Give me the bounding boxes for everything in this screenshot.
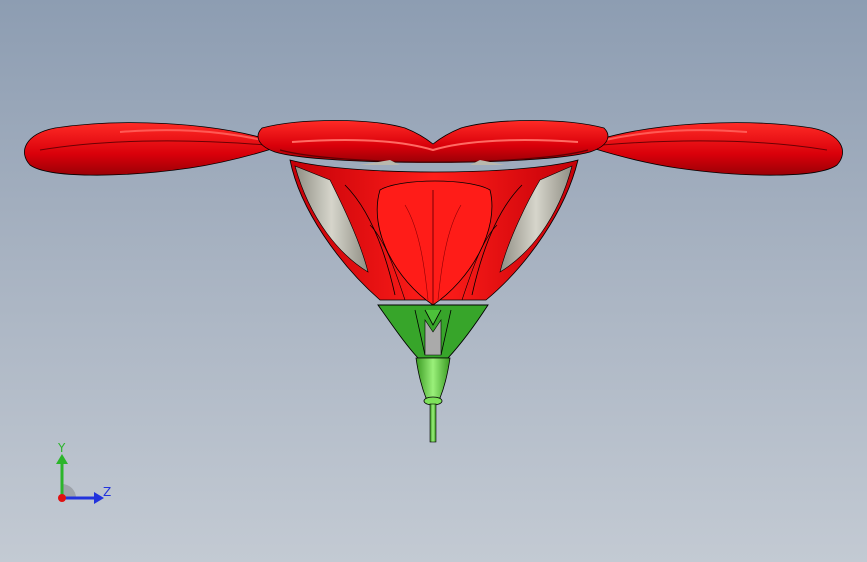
y-axis-label: Y <box>57 441 66 455</box>
top-rim <box>257 120 609 165</box>
stem <box>415 357 451 443</box>
sepals <box>377 304 489 359</box>
left-petal <box>24 122 276 176</box>
flower-model[interactable] <box>0 0 867 562</box>
right-petal <box>591 122 843 176</box>
flower-cup <box>289 159 579 306</box>
x-axis-icon <box>58 494 66 502</box>
orientation-triad: Y Z <box>56 441 111 504</box>
z-axis-label: Z <box>103 485 111 499</box>
3d-viewport[interactable]: Y Z <box>0 0 867 562</box>
